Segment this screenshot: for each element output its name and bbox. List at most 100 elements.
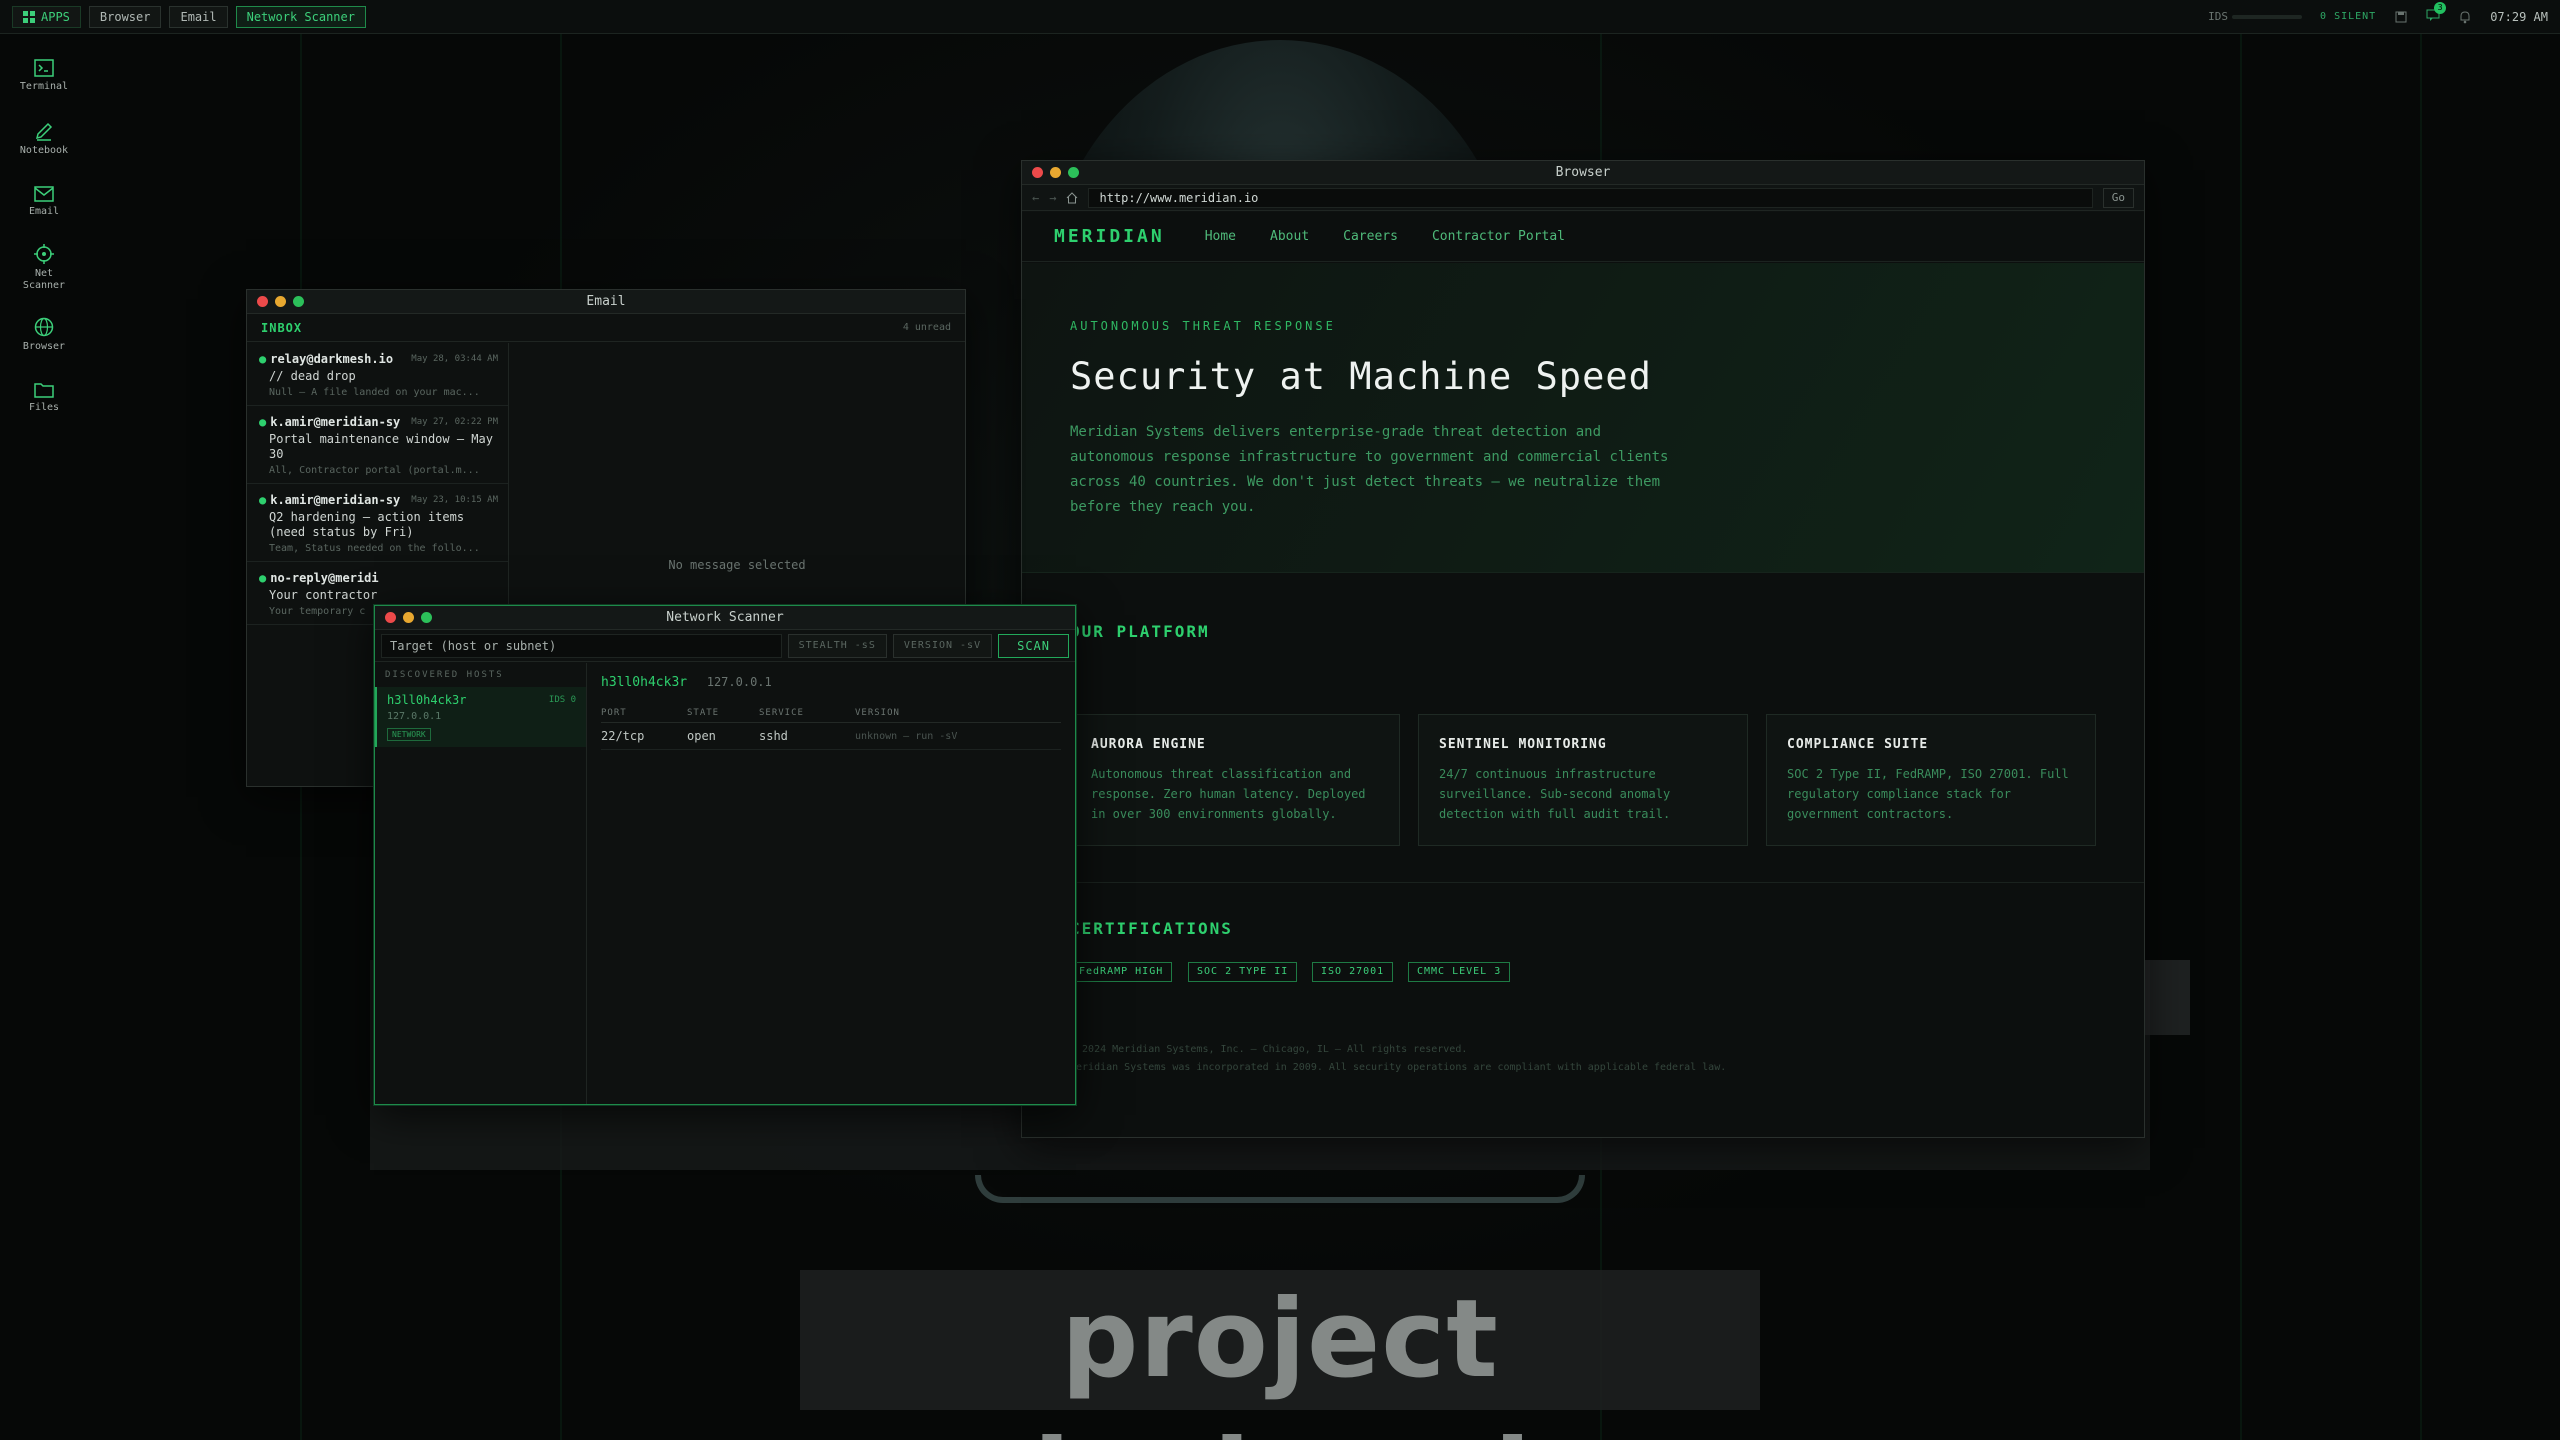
maximize-button[interactable] xyxy=(1068,167,1079,178)
nav-link-contractor-portal[interactable]: Contractor Portal xyxy=(1432,229,1565,244)
port-cell: 22/tcp xyxy=(601,722,687,750)
platform-card: SENTINEL MONITORING 24/7 continuous infr… xyxy=(1418,714,1748,846)
address-bar: ← → http://www.meridian.io Go xyxy=(1022,185,2144,211)
url-input[interactable]: http://www.meridian.io xyxy=(1088,187,2093,208)
mail-icon xyxy=(34,185,54,202)
stealth-toggle[interactable]: STEALTH -sS xyxy=(787,633,887,658)
divider xyxy=(1022,882,2144,883)
dock-item-browser[interactable]: Browser xyxy=(0,303,88,366)
ids-meter: IDS xyxy=(2208,10,2303,23)
host-ip: 127.0.0.1 xyxy=(387,711,442,722)
apps-label: APPS xyxy=(41,9,70,24)
message-sender: k.amir@meridian-sy xyxy=(270,493,401,507)
apps-button[interactable]: APPS xyxy=(12,5,81,28)
platform-card: AURORA ENGINE Autonomous threat classifi… xyxy=(1070,714,1400,846)
footer-line: Meridian Systems was incorporated in 200… xyxy=(1070,1062,1727,1073)
close-button[interactable] xyxy=(385,612,396,623)
clock: 07:29 AM xyxy=(2490,9,2548,24)
ids-level-bar xyxy=(2232,14,2303,19)
scan-button[interactable]: SCAN xyxy=(998,633,1069,658)
message-item[interactable]: ● k.amir@meridian-sy May 27, 02:22 PM Por… xyxy=(247,406,508,484)
dock-item-net-scanner[interactable]: Net Scanner xyxy=(0,233,88,303)
window-title: Browser xyxy=(1555,165,1611,180)
status-area: IDS 0 SILENT 3 07:29 AM xyxy=(2208,2,2548,25)
terminal-icon xyxy=(34,58,54,77)
message-subject: Portal maintenance window — May 30 xyxy=(269,432,493,461)
minimize-button[interactable] xyxy=(403,612,414,623)
column-header: VERSION xyxy=(855,704,1061,723)
state-cell: open xyxy=(687,722,759,750)
save-icon[interactable] xyxy=(2394,10,2408,24)
network-scanner-window: Network Scanner Target (host or subnet) … xyxy=(374,605,1076,1105)
ports-table: PORT STATE SERVICE VERSION 22/tcp open s… xyxy=(601,704,1061,750)
hero-kicker: AUTONOMOUS THREAT RESPONSE xyxy=(1070,319,1336,333)
window-title: Email xyxy=(586,294,626,309)
dock-item-terminal[interactable]: Terminal xyxy=(0,44,88,107)
dock-item-files[interactable]: Files xyxy=(0,366,88,429)
hosts-label: DISCOVERED HOSTS xyxy=(385,670,504,680)
footer-line: © 2024 Meridian Systems, Inc. — Chicago,… xyxy=(1070,1044,1468,1055)
grid-icon xyxy=(23,10,35,23)
message-sender: k.amir@meridian-sy xyxy=(270,415,401,429)
back-icon[interactable]: ← xyxy=(1032,191,1039,205)
taskbar-tab-email[interactable]: Email xyxy=(169,5,228,28)
cert-badge: CMMC LEVEL 3 xyxy=(1408,962,1511,982)
version-toggle[interactable]: VERSION -sV xyxy=(892,633,993,658)
browser-window: Browser ← → http://www.meridian.io Go ME… xyxy=(1021,160,2145,1138)
scanner-titlebar[interactable]: Network Scanner xyxy=(375,606,1075,630)
ids-label: IDS xyxy=(2208,10,2229,23)
cert-badge: FedRAMP HIGH xyxy=(1070,962,1173,982)
unread-dot: ● xyxy=(259,493,267,507)
browser-titlebar[interactable]: Browser xyxy=(1022,161,2144,185)
table-row[interactable]: 22/tcp open sshd unknown — run -sV xyxy=(601,722,1061,750)
detail-host-ip: 127.0.0.1 xyxy=(706,675,772,689)
taskbar-tab-network-scanner[interactable]: Network Scanner xyxy=(235,5,366,28)
wallpaper-line xyxy=(2420,0,2422,1440)
close-button[interactable] xyxy=(1032,167,1043,178)
bell-icon[interactable] xyxy=(2458,10,2472,24)
message-date: May 23, 10:15 AM xyxy=(411,495,498,505)
nav-link-home[interactable]: Home xyxy=(1205,229,1236,244)
message-date: May 27, 02:22 PM xyxy=(411,417,498,427)
minimize-button[interactable] xyxy=(1050,167,1061,178)
dock-label: Files xyxy=(28,401,60,413)
platform-heading: OUR PLATFORM xyxy=(1070,622,1210,641)
target-input[interactable]: Target (host or subnet) xyxy=(381,633,782,658)
hero-headline: Security at Machine Speed xyxy=(1070,355,1652,398)
message-subject: Q2 hardening — action items (need status… xyxy=(269,510,465,539)
maximize-button[interactable] xyxy=(293,296,304,307)
message-item[interactable]: ● relay@darkmesh.io May 28, 03:44 AM // d… xyxy=(247,343,508,406)
maximize-button[interactable] xyxy=(421,612,432,623)
message-sender: relay@darkmesh.io xyxy=(270,352,394,366)
top-bar: APPS Browser Email Network Scanner IDS 0… xyxy=(0,0,2560,34)
nav-link-about[interactable]: About xyxy=(1270,229,1309,244)
minimize-button[interactable] xyxy=(275,296,286,307)
site-nav: MERIDIAN Home About Careers Contractor P… xyxy=(1022,212,2144,262)
platform-card: COMPLIANCE SUITE SOC 2 Type II, FedRAMP,… xyxy=(1766,714,2096,846)
inbox-label: INBOX xyxy=(261,320,303,335)
certifications-heading: CERTIFICATIONS xyxy=(1070,919,1233,938)
wallpaper-title: project daybreak xyxy=(800,1270,1760,1440)
cert-badge: ISO 27001 xyxy=(1312,962,1394,982)
wallpaper-line xyxy=(2240,0,2242,1440)
host-item[interactable]: h3ll0h4ck3r IDS 0 127.0.0.1 NETWORK xyxy=(375,687,586,747)
notes-indicator[interactable]: 3 xyxy=(2426,2,2447,25)
go-button[interactable]: Go xyxy=(2102,187,2134,208)
dock-item-notebook[interactable]: Notebook xyxy=(0,107,88,170)
dock: Terminal Notebook Email Net Scanner Brow… xyxy=(0,34,88,434)
version-cell: unknown — run -sV xyxy=(855,722,1061,750)
cert-badge: SOC 2 TYPE II xyxy=(1188,962,1298,982)
close-button[interactable] xyxy=(257,296,268,307)
nav-link-careers[interactable]: Careers xyxy=(1343,229,1398,244)
taskbar-tab-browser[interactable]: Browser xyxy=(88,5,162,28)
message-item[interactable]: ● k.amir@meridian-sy May 23, 10:15 AM Q2 … xyxy=(247,484,508,562)
window-title: Network Scanner xyxy=(666,610,784,625)
forward-icon[interactable]: → xyxy=(1049,191,1056,205)
scan-controls: Target (host or subnet) STEALTH -sS VERS… xyxy=(375,630,1075,662)
message-sender: no-reply@meridi xyxy=(270,571,379,585)
home-icon[interactable] xyxy=(1066,191,1078,204)
dock-item-email[interactable]: Email xyxy=(0,170,88,233)
email-titlebar[interactable]: Email xyxy=(247,290,965,314)
host-ids: IDS 0 xyxy=(548,695,576,705)
site-logo[interactable]: MERIDIAN xyxy=(1054,226,1165,247)
